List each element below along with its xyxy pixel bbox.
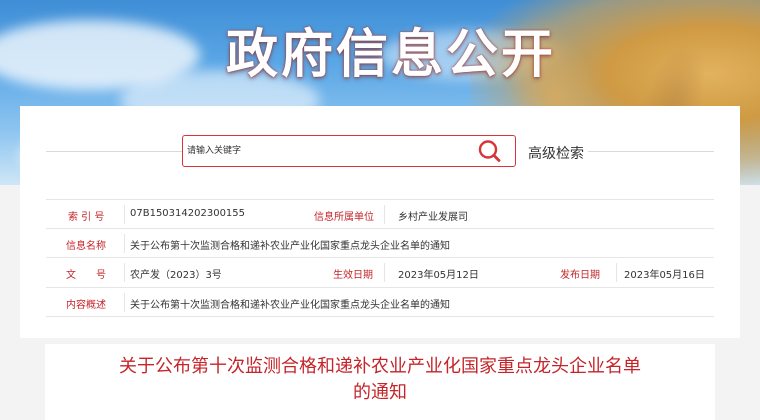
info-card: 高级检索 索 引 号 07B150314202300155 信息所属单位 乡村产… (20, 106, 740, 338)
doc-number-value: 农产发（2023）3号 (130, 270, 222, 281)
publish-date-value: 2023年05月16日 (624, 270, 705, 281)
org-value: 乡村产业发展司 (398, 212, 468, 223)
name-value: 关于公布第十次监测合格和递补农业产业化国家重点龙头企业名单的通知 (130, 240, 450, 252)
advanced-search-link[interactable]: 高级检索 (528, 143, 584, 163)
divider (124, 263, 125, 282)
info-row: 索 引 号 07B150314202300155 信息所属单位 乡村产业发展司 (46, 199, 714, 229)
divider (384, 263, 385, 282)
effective-date-value: 2023年05月12日 (398, 270, 479, 281)
search-button[interactable] (475, 138, 505, 164)
name-label: 信息名称 (66, 240, 106, 252)
search-input[interactable] (183, 136, 473, 166)
info-table: 索 引 号 07B150314202300155 信息所属单位 乡村产业发展司 … (46, 199, 714, 317)
search-box (182, 135, 516, 167)
article-title: 关于公布第十次监测合格和递补农业产业化国家重点龙头企业名单 的通知 (45, 354, 715, 406)
divider (616, 263, 617, 282)
divider (384, 205, 385, 224)
publish-date-label: 发布日期 (560, 270, 600, 281)
banner-title: 政府信息公开 (226, 25, 557, 85)
search-icon (478, 140, 501, 162)
divider (124, 233, 125, 253)
article-title-line: 的通知 (353, 382, 407, 403)
search-bar: 高级检索 (20, 135, 740, 167)
info-row: 信息名称 关于公布第十次监测合格和递补农业产业化国家重点龙头企业名单的通知 (46, 229, 714, 258)
article-panel: 关于公布第十次监测合格和递补农业产业化国家重点龙头企业名单 的通知 (45, 344, 715, 420)
divider (588, 151, 714, 152)
effective-date-label: 生效日期 (333, 270, 373, 281)
summary-label: 内容概述 (66, 299, 106, 311)
article-title-line: 关于公布第十次监测合格和递补农业产业化国家重点龙头企业名单 (119, 356, 641, 377)
summary-value: 关于公布第十次监测合格和递补农业产业化国家重点龙头企业名单的通知 (130, 299, 450, 311)
divider (46, 151, 182, 152)
index-label: 索 引 号 (68, 212, 105, 223)
index-value: 07B150314202300155 (130, 208, 246, 219)
org-label: 信息所属单位 (314, 212, 374, 223)
info-row: 文 号 农产发（2023）3号 生效日期 2023年05月12日 发布日期 20… (46, 258, 714, 288)
divider (124, 205, 125, 224)
info-row: 内容概述 关于公布第十次监测合格和递补农业产业化国家重点龙头企业名单的通知 (46, 288, 714, 317)
doc-number-label: 文 号 (66, 270, 106, 281)
divider (124, 292, 125, 312)
